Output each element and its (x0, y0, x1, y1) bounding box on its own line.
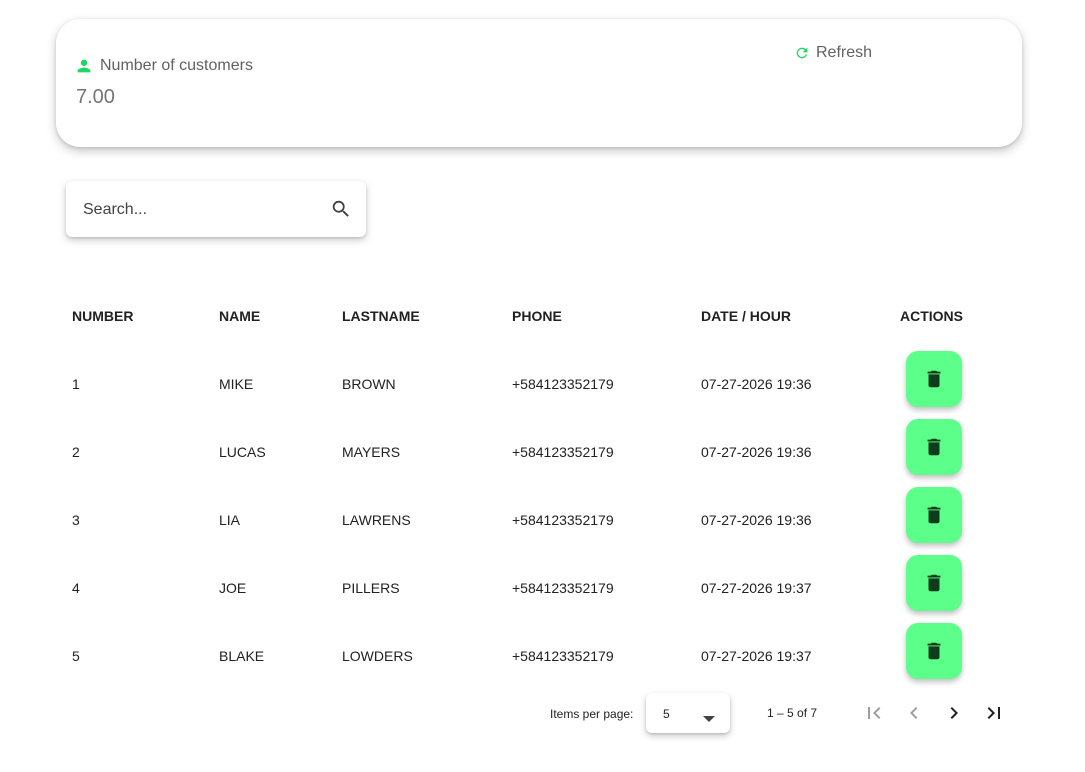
last-page-icon (982, 701, 1006, 725)
cell-phone: +584123352179 (512, 580, 614, 596)
cell-date: 07-27-2026 19:37 (701, 580, 812, 596)
table-row: 2 LUCAS MAYERS +584123352179 07-27-2026 … (56, 418, 1022, 486)
cell-name: LUCAS (219, 444, 266, 460)
cell-lastname: LOWDERS (342, 648, 413, 664)
cell-lastname: MAYERS (342, 444, 401, 460)
customers-count-label-row: Number of customers (76, 57, 253, 75)
header-lastname[interactable]: LASTNAME (342, 282, 420, 350)
header-phone[interactable]: PHONE (512, 282, 562, 350)
cell-phone: +584123352179 (512, 512, 614, 528)
cell-name: LIA (219, 512, 241, 528)
cell-date: 07-27-2026 19:37 (701, 648, 812, 664)
items-per-page-value: 5 (663, 707, 670, 721)
cell-date: 07-27-2026 19:36 (701, 376, 812, 392)
cell-lastname: PILLERS (342, 580, 400, 596)
refresh-button[interactable]: Refresh (794, 44, 872, 62)
cell-number: 3 (72, 512, 80, 528)
refresh-label: Refresh (816, 44, 873, 61)
trash-icon (923, 436, 945, 458)
refresh-icon (794, 45, 810, 61)
person-icon (76, 58, 92, 74)
customers-count-label: Number of customers (100, 57, 253, 74)
customers-table: NUMBER NAME LASTNAME PHONE DATE / HOUR A… (56, 282, 1022, 690)
cell-number: 4 (72, 580, 80, 596)
table-row: 5 BLAKE LOWDERS +584123352179 07-27-2026… (56, 622, 1022, 690)
cell-name: BLAKE (219, 648, 265, 664)
chevron-right-icon (942, 701, 966, 725)
trash-icon (923, 640, 945, 662)
delete-button[interactable] (906, 623, 962, 679)
search-icon[interactable] (330, 198, 352, 225)
first-page-icon (862, 701, 886, 725)
trash-icon (923, 504, 945, 526)
search-input[interactable] (81, 197, 325, 223)
cell-name: JOE (219, 580, 247, 596)
search-box (66, 181, 366, 237)
header-date-hour[interactable]: DATE / HOUR (701, 282, 791, 350)
table-header-row: NUMBER NAME LASTNAME PHONE DATE / HOUR A… (56, 282, 1022, 350)
cell-phone: +584123352179 (512, 444, 614, 460)
cell-name: MIKE (219, 376, 254, 392)
delete-button[interactable] (906, 351, 962, 407)
page-range-label: 1 – 5 of 7 (767, 706, 818, 720)
chevron-left-icon (902, 701, 926, 725)
customers-count-value: 7.00 (76, 86, 115, 108)
items-per-page-label: Items per page: (550, 707, 634, 721)
delete-button[interactable] (906, 487, 962, 543)
header-actions: ACTIONS (900, 308, 963, 324)
trash-icon (923, 368, 945, 390)
cell-phone: +584123352179 (512, 648, 614, 664)
dropdown-arrow-icon (703, 711, 715, 725)
customers-stats-card: Number of customers 7.00 Refresh (56, 19, 1022, 147)
cell-phone: +584123352179 (512, 376, 614, 392)
cell-lastname: BROWN (342, 376, 396, 392)
trash-icon (923, 572, 945, 594)
paginator: Items per page: 5 1 – 5 of 7 (0, 692, 1085, 734)
header-number[interactable]: NUMBER (72, 282, 133, 350)
table-row: 3 LIA LAWRENS +584123352179 07-27-2026 1… (56, 486, 1022, 554)
last-page-button[interactable] (982, 701, 1006, 725)
customers-page: Number of customers 7.00 Refresh NUMBER … (0, 0, 1085, 772)
header-name[interactable]: NAME (219, 282, 260, 350)
previous-page-button[interactable] (902, 701, 926, 725)
table-row: 4 JOE PILLERS +584123352179 07-27-2026 1… (56, 554, 1022, 622)
first-page-button[interactable] (862, 701, 886, 725)
cell-date: 07-27-2026 19:36 (701, 444, 812, 460)
cell-number: 2 (72, 444, 80, 460)
cell-number: 5 (72, 648, 80, 664)
cell-lastname: LAWRENS (342, 512, 411, 528)
table-row: 1 MIKE BROWN +584123352179 07-27-2026 19… (56, 350, 1022, 418)
next-page-button[interactable] (942, 701, 966, 725)
items-per-page-select[interactable]: 5 (646, 693, 730, 733)
delete-button[interactable] (906, 555, 962, 611)
cell-date: 07-27-2026 19:36 (701, 512, 812, 528)
cell-number: 1 (72, 376, 80, 392)
delete-button[interactable] (906, 419, 962, 475)
